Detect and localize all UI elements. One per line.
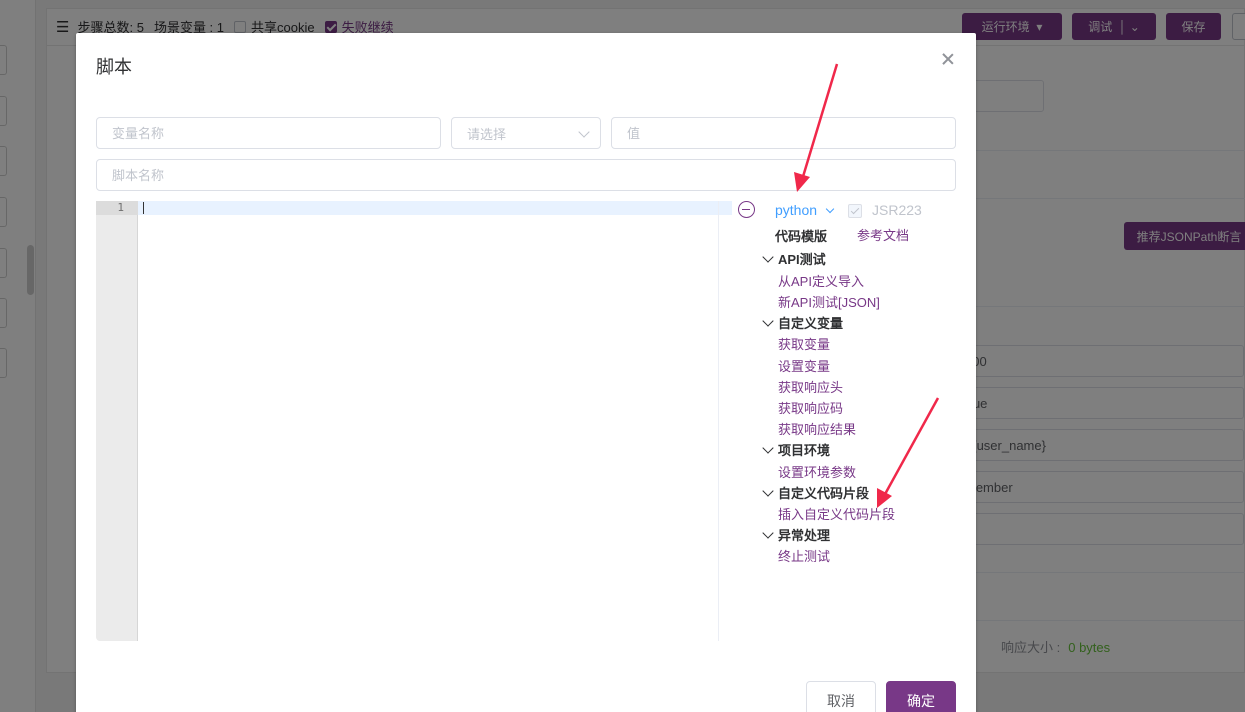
caret-down-icon[interactable] — [762, 527, 774, 539]
tree-leaf[interactable]: 设置环境参数 — [778, 462, 856, 481]
tree-leaf[interactable]: 从API定义导入 — [778, 271, 864, 290]
text-cursor — [143, 202, 144, 214]
chevron-down-icon — [578, 126, 590, 138]
caret-down-icon[interactable] — [762, 251, 774, 263]
cancel-button[interactable]: 取消 — [806, 681, 876, 712]
tree-node-api-test[interactable]: API测试 — [762, 249, 826, 268]
active-line — [138, 201, 732, 215]
caret-down-icon[interactable] — [762, 442, 774, 454]
tree-leaf[interactable]: 终止测试 — [778, 546, 830, 565]
tree-leaf[interactable]: 设置变量 — [778, 356, 830, 375]
variable-name-input[interactable] — [96, 117, 441, 149]
select-placeholder: 请选择 — [467, 126, 507, 142]
language-select[interactable]: python — [775, 202, 817, 218]
tree-leaf[interactable]: 获取响应结果 — [778, 419, 856, 438]
jsr223-label: JSR223 — [872, 202, 922, 218]
tree-node-custom-snippet[interactable]: 自定义代码片段 — [762, 483, 869, 502]
tree-node-custom-variable[interactable]: 自定义变量 — [762, 313, 843, 332]
tree-leaf[interactable]: 新API测试[JSON] — [778, 292, 880, 311]
tree-node-project-env[interactable]: 项目环境 — [762, 440, 830, 459]
jsr223-checkbox[interactable] — [848, 204, 862, 218]
remove-circle-icon[interactable] — [738, 201, 755, 218]
editor-gutter — [96, 201, 138, 641]
tree-leaf[interactable]: 获取响应码 — [778, 398, 843, 417]
code-template-title: 代码模版 — [775, 229, 828, 244]
confirm-button[interactable]: 确定 — [886, 681, 956, 712]
value-input[interactable] — [611, 117, 956, 149]
line-number: 1 — [96, 201, 138, 215]
chevron-down-icon[interactable] — [825, 204, 835, 214]
type-select[interactable]: 请选择 — [451, 117, 601, 149]
reference-doc-link[interactable]: 参考文档 — [857, 225, 909, 244]
code-editor[interactable]: 1 — [96, 201, 732, 641]
editor-divider — [718, 201, 719, 641]
script-dialog: 脚本 请选择 1 python JSR223 代码模版 参考文档 API测试 从… — [76, 33, 976, 712]
close-icon[interactable] — [940, 51, 956, 67]
tree-leaf[interactable]: 插入自定义代码片段 — [778, 504, 895, 523]
tree-node-exception[interactable]: 异常处理 — [762, 525, 830, 544]
script-name-input[interactable] — [96, 159, 956, 191]
template-panel: python JSR223 代码模版 参考文档 API测试 从API定义导入 新… — [738, 199, 968, 639]
dialog-title: 脚本 — [96, 57, 132, 77]
tree-leaf[interactable]: 获取响应头 — [778, 377, 843, 396]
tree-leaf[interactable]: 获取变量 — [778, 334, 830, 353]
caret-down-icon[interactable] — [762, 485, 774, 497]
caret-down-icon[interactable] — [762, 315, 774, 327]
